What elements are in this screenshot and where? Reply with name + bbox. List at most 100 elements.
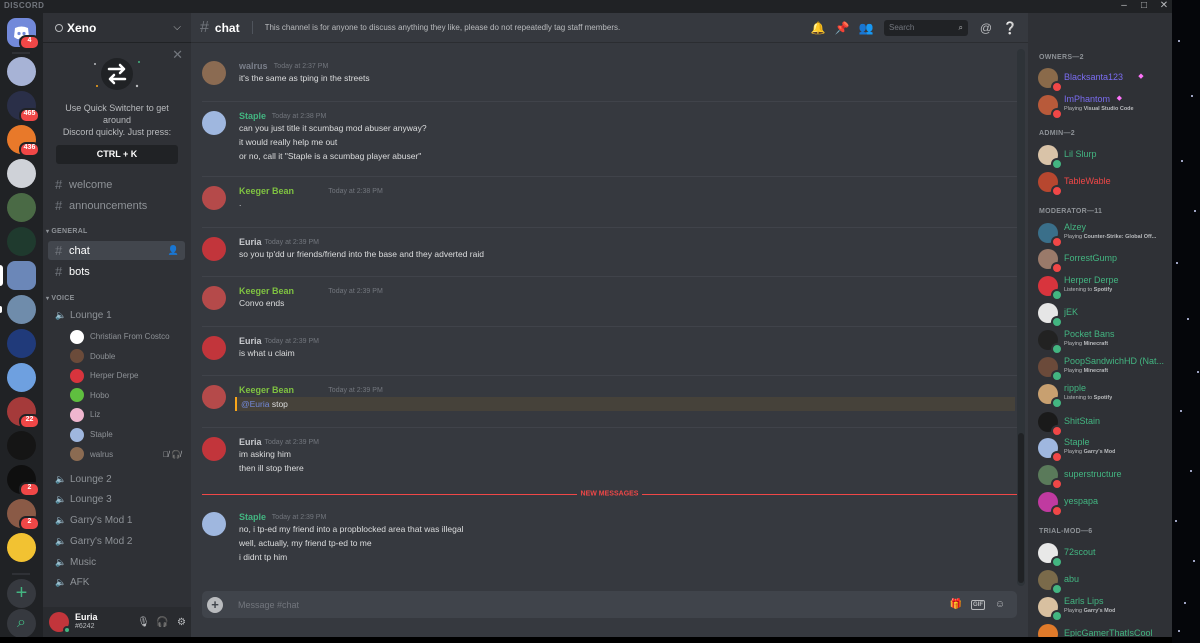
member-item[interactable]: superstructure [1038, 463, 1168, 490]
member-item[interactable]: 72scout [1038, 541, 1168, 568]
server-icon[interactable]: 436 [7, 125, 40, 157]
voice-user[interactable]: walrus 🎙̸ 🎧̸ [70, 445, 185, 464]
avatar[interactable] [202, 512, 226, 536]
microphone-icon[interactable]: 🎙 [134, 617, 153, 628]
search-input[interactable]: Search ⌕ [884, 19, 968, 36]
server-icon[interactable]: 2 [7, 499, 40, 531]
voice-user[interactable]: Hobo [70, 386, 185, 405]
server-icon[interactable] [7, 431, 36, 460]
server-icon[interactable]: 22 [7, 397, 40, 429]
pin-icon[interactable]: 📌 [830, 21, 854, 35]
server-icon[interactable] [7, 329, 36, 358]
gear-icon[interactable]: ⚙ [172, 617, 191, 628]
message-input[interactable]: Message #chat [238, 600, 945, 610]
member-item[interactable]: Earls Lips Playing Garry's Mod [1038, 595, 1168, 622]
server-icon[interactable]: 2 [7, 465, 40, 497]
server-icon[interactable] [7, 193, 36, 222]
voice-user[interactable]: Christian From Costco [70, 327, 185, 346]
message-author[interactable]: Keeger Bean [239, 186, 294, 196]
explore-servers-button[interactable]: ⌕ [7, 609, 36, 637]
member-item[interactable]: abu [1038, 568, 1168, 595]
member-item[interactable]: Herper Derpe Listening to Spotify [1038, 274, 1168, 301]
voice-channel[interactable]: 🔈 Lounge 1 [48, 306, 185, 325]
message-author[interactable]: walrus [239, 61, 268, 71]
server-icon[interactable] [7, 227, 36, 256]
voice-channel[interactable]: 🔈 Garry's Mod 1 [48, 511, 185, 530]
text-channel[interactable]: # announcements [48, 196, 185, 215]
text-channel[interactable]: # welcome [48, 175, 185, 194]
emoji-icon[interactable]: ☺ [989, 599, 1011, 610]
message-author[interactable]: Staple [239, 111, 266, 121]
help-icon[interactable]: ❔ [998, 21, 1022, 35]
avatar[interactable] [202, 61, 226, 85]
avatar[interactable] [202, 237, 226, 261]
voice-user[interactable]: Herper Derpe [70, 366, 185, 385]
text-channel[interactable]: # chat 👤 [48, 241, 185, 260]
channel-topic[interactable]: This channel is for anyone to discuss an… [265, 23, 806, 32]
member-item[interactable]: TableWable [1038, 170, 1168, 197]
voice-user[interactable]: Double [70, 347, 185, 366]
server-icon[interactable] [7, 533, 36, 562]
close-window-button[interactable]: ✕ [1154, 0, 1172, 13]
add-server-button[interactable]: + [7, 579, 36, 608]
avatar[interactable] [202, 385, 226, 409]
member-item[interactable]: EpicGamerThatIsCool [1038, 622, 1168, 637]
invite-icon[interactable]: 👤 [168, 245, 179, 256]
member-item[interactable]: ImPhantom ◆ Playing Visual Studio Code [1038, 93, 1168, 120]
bell-icon[interactable]: 🔔 [806, 21, 830, 35]
avatar[interactable] [202, 437, 226, 461]
server-icon[interactable] [7, 57, 36, 86]
user-mention[interactable]: @Euria [241, 399, 269, 409]
avatar[interactable] [202, 336, 226, 360]
category-voice[interactable]: ▾ VOICE [46, 295, 75, 302]
message-author[interactable]: Euria [239, 336, 262, 346]
member-list-icon[interactable]: 👥 [854, 21, 878, 35]
avatar[interactable] [202, 111, 226, 135]
message-author[interactable]: Staple [239, 512, 266, 522]
member-item[interactable]: Blacksanta123 ◆ [1038, 66, 1168, 93]
message-author[interactable]: Keeger Bean [239, 286, 294, 296]
message-author[interactable]: Euria [239, 437, 262, 447]
gif-icon[interactable]: GIF [971, 599, 985, 610]
voice-user[interactable]: Liz [70, 405, 185, 424]
at-mention-icon[interactable]: @ [974, 21, 998, 35]
member-item[interactable]: Alzey Playing Counter-Strike: Global Off.… [1038, 221, 1168, 248]
server-icon[interactable] [7, 295, 36, 324]
server-icon[interactable] [7, 261, 36, 290]
scrollbar-thumb[interactable] [1018, 433, 1024, 583]
voice-user[interactable]: Staple [70, 425, 185, 444]
member-item[interactable]: Staple Playing Garry's Mod [1038, 436, 1168, 463]
gift-icon[interactable]: 🎁 [945, 599, 967, 610]
member-item[interactable]: ripple Listening to Spotify [1038, 382, 1168, 409]
server-icon[interactable] [7, 363, 36, 392]
member-item[interactable]: Lil Slurp [1038, 143, 1168, 170]
headphones-icon[interactable]: 🎧 [153, 617, 172, 628]
home-button[interactable]: 4 [7, 18, 40, 50]
user-panel: Euria #6242 🎙 🎧 ⚙ [43, 607, 191, 637]
avatar [1038, 624, 1058, 637]
avatar[interactable] [202, 286, 226, 310]
voice-channel[interactable]: 🔈 Lounge 3 [48, 490, 185, 509]
minimize-button[interactable]: – [1114, 0, 1134, 13]
message-author[interactable]: Keeger Bean [239, 385, 294, 395]
text-channel[interactable]: # bots [48, 262, 185, 281]
member-item[interactable]: ShitStain [1038, 410, 1168, 437]
avatar[interactable] [202, 186, 226, 210]
message-composer[interactable]: + Message #chat 🎁 GIF ☺ [202, 591, 1017, 618]
member-item[interactable]: jEK [1038, 301, 1168, 328]
upload-plus-icon[interactable]: + [207, 596, 223, 613]
message-author[interactable]: Euria [239, 237, 262, 247]
member-item[interactable]: PoopSandwichHD (Nat... Playing Minecraft [1038, 355, 1168, 382]
member-item[interactable]: yespapa [1038, 490, 1168, 517]
maximize-button[interactable]: □ [1134, 0, 1154, 13]
voice-channel[interactable]: 🔈 Garry's Mod 2 [48, 532, 185, 551]
category-general[interactable]: ▾ GENERAL [46, 228, 88, 235]
voice-channel[interactable]: 🔈 AFK [48, 573, 185, 592]
server-icon[interactable]: 465 [7, 91, 40, 123]
voice-channel[interactable]: 🔈 Music [48, 553, 185, 572]
voice-channel[interactable]: 🔈 Lounge 2 [48, 470, 185, 489]
member-item[interactable]: Pocket Bans Playing Minecraft [1038, 328, 1168, 355]
server-icon[interactable] [7, 159, 36, 188]
avatar[interactable] [49, 612, 71, 634]
member-item[interactable]: ForrestGump [1038, 247, 1168, 274]
